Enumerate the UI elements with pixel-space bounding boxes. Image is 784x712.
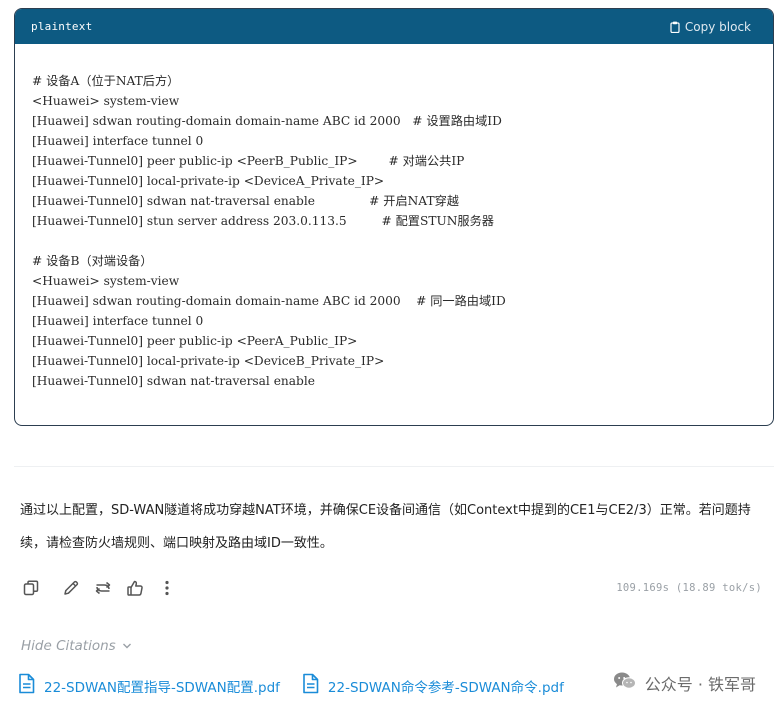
copy-block-label: Copy block [684, 19, 751, 34]
chevron-down-icon [122, 638, 132, 654]
code-line: [Huawei] sdwan routing-domain domain-nam… [32, 294, 506, 308]
copy-block-button[interactable]: Copy block [670, 20, 751, 34]
hide-citations-toggle[interactable]: Hide Citations [21, 638, 132, 654]
code-line: [Huawei-Tunnel0] peer public-ip <PeerA_P… [32, 334, 358, 348]
wechat-icon [613, 671, 637, 695]
pdf-file-icon [302, 673, 319, 698]
thumbs-up-icon[interactable] [124, 577, 146, 599]
watermark: 公众号 · 铁军哥 [608, 669, 760, 697]
code-line: [Huawei] sdwan routing-domain domain-nam… [32, 114, 502, 128]
message-actions [20, 577, 178, 599]
code-line: <Huawei> system-view [32, 94, 180, 108]
citation-link[interactable]: 22-SDWAN配置指导-SDWAN配置.pdf [18, 673, 280, 698]
generation-stats: 109.169s (18.89 tok/s) [616, 582, 762, 594]
code-block-header: plaintext Copy block [15, 9, 773, 44]
code-content: # 设备A（位于NAT后方） <Huawei> system-view [Hua… [15, 44, 773, 391]
code-language-label: plaintext [31, 20, 93, 33]
code-line: [Huawei-Tunnel0] sdwan nat-traversal ena… [32, 194, 459, 208]
code-line: # 设备A（位于NAT后方） [32, 74, 180, 88]
code-line: # 设备B（对端设备） [32, 254, 153, 268]
regenerate-icon[interactable] [92, 577, 114, 599]
code-line: <Huawei> system-view [32, 274, 180, 288]
code-line: [Huawei-Tunnel0] peer public-ip <PeerB_P… [32, 154, 465, 168]
code-block: plaintext Copy block # 设备A（位于NAT后方） <Hua… [14, 8, 774, 426]
copy-icon[interactable] [20, 577, 42, 599]
answer-text: 通过以上配置，SD-WAN隧道将成功穿越NAT环境，并确保CE设备间通信（如Co… [20, 503, 751, 551]
code-line: [Huawei] interface tunnel 0 [32, 134, 204, 148]
code-line: [Huawei] interface tunnel 0 [32, 314, 204, 328]
divider [14, 466, 774, 467]
code-line: [Huawei-Tunnel0] stun server address 203… [32, 214, 494, 228]
hide-citations-label: Hide Citations [21, 638, 116, 654]
pdf-file-icon [18, 673, 35, 698]
clipboard-icon [670, 21, 680, 33]
code-line: [Huawei-Tunnel0] local-private-ip <Devic… [32, 174, 385, 188]
more-icon[interactable] [156, 577, 178, 599]
watermark-text: 公众号 · 铁军哥 [644, 675, 756, 694]
citation-link[interactable]: 22-SDWAN命令参考-SDWAN命令.pdf [302, 673, 564, 698]
citation-label: 22-SDWAN命令参考-SDWAN命令.pdf [327, 679, 564, 696]
edit-icon[interactable] [60, 577, 82, 599]
citation-label: 22-SDWAN配置指导-SDWAN配置.pdf [44, 679, 280, 696]
code-line: [Huawei-Tunnel0] sdwan nat-traversal ena… [32, 374, 315, 388]
citation-list: 22-SDWAN配置指导-SDWAN配置.pdf 22-SDWAN命令参考-SD… [18, 673, 564, 698]
code-line: [Huawei-Tunnel0] local-private-ip <Devic… [32, 354, 385, 368]
